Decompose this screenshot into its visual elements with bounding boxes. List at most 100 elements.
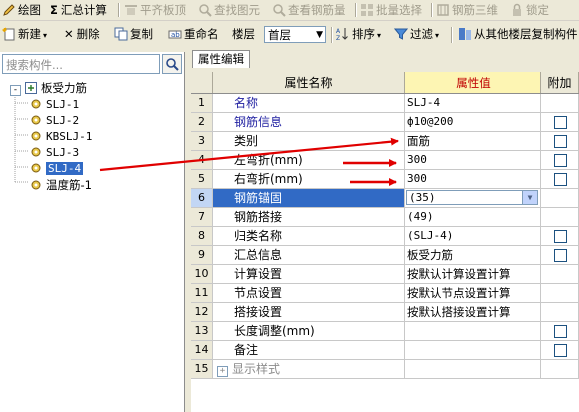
table-row-selected[interactable]: 6 钢筋锚固 (35) ▼ <box>191 189 579 208</box>
align-top-button[interactable]: 平齐板顶 <box>124 0 186 20</box>
property-value[interactable]: (SLJ-4) <box>405 227 541 245</box>
floor-select[interactable]: 首层 ▼ <box>264 26 326 43</box>
align-top-icon <box>125 5 137 15</box>
name-column-header[interactable]: 属性名称 <box>213 72 405 93</box>
dropdown-arrow-icon: ▾ <box>377 31 382 40</box>
search-button[interactable] <box>162 54 182 74</box>
delete-x-icon: ✕ <box>64 27 74 41</box>
floor-value: 首层 <box>268 28 291 42</box>
row-number: 13 <box>191 322 213 340</box>
table-row[interactable]: 4 左弯折(mm) 300 <box>191 151 579 170</box>
copy-from-floor-button[interactable]: 从其他楼层复制构件 <box>458 24 578 44</box>
view-rebar-button[interactable]: 查看钢筋量 <box>272 0 346 20</box>
property-value[interactable]: 板受力筋 <box>405 246 541 264</box>
sort-button[interactable]: A Z 排序 ▾ <box>336 24 381 44</box>
extra-cell <box>541 170 579 188</box>
table-row[interactable]: 3 类别 面筋 <box>191 132 579 151</box>
table-row[interactable]: 13 长度调整(mm) <box>191 322 579 341</box>
table-row[interactable]: 15 + 显示样式 <box>191 360 579 379</box>
floor-label: 楼层 <box>232 27 255 41</box>
rebar-3d-button[interactable]: 钢筋三维 <box>436 0 498 20</box>
property-name: 右弯折(mm) <box>213 170 405 188</box>
table-row[interactable]: 2 钢筋信息 ф10@200 <box>191 113 579 132</box>
chevron-down-icon[interactable]: ▼ <box>522 191 537 204</box>
extra-checkbox[interactable] <box>554 344 567 357</box>
table-row[interactable]: 14 备注 <box>191 341 579 360</box>
table-row[interactable]: 9 汇总信息 板受力筋 <box>191 246 579 265</box>
delete-button[interactable]: ✕ 删除 <box>64 24 100 44</box>
property-value[interactable]: 300 <box>405 151 541 169</box>
tree-item-slj-1[interactable]: SLJ-1 <box>30 97 79 113</box>
extra-checkbox[interactable] <box>554 154 567 167</box>
extra-checkbox[interactable] <box>554 135 567 148</box>
table-row[interactable]: 11 节点设置 按默认节点设置计算 <box>191 284 579 303</box>
property-name-group[interactable]: + 显示样式 <box>213 360 405 378</box>
draw-button[interactable]: 绘图 <box>2 0 41 20</box>
extra-checkbox[interactable] <box>554 230 567 243</box>
copy-floor-icon <box>459 28 471 40</box>
property-value[interactable]: SLJ-4 <box>405 94 541 112</box>
batch-select-label: 批量选择 <box>376 3 422 17</box>
table-row[interactable]: 10 计算设置 按默认计算设置计算 <box>191 265 579 284</box>
row-number: 6 <box>191 189 213 207</box>
tree-item-temperature-rebar[interactable]: 温度筋-1 <box>30 177 92 193</box>
table-row[interactable]: 7 钢筋搭接 (49) <box>191 208 579 227</box>
table-row[interactable]: 1 名称 SLJ-4 <box>191 94 579 113</box>
property-value[interactable]: (49) <box>405 208 541 226</box>
value-column-header[interactable]: 属性值 <box>405 72 541 93</box>
extra-checkbox[interactable] <box>554 325 567 338</box>
extra-checkbox[interactable] <box>554 249 567 262</box>
table-row[interactable]: 8 归类名称 (SLJ-4) <box>191 227 579 246</box>
property-value[interactable]: 按默认搭接设置计算 <box>405 303 541 321</box>
table-row[interactable]: 5 右弯折(mm) 300 <box>191 170 579 189</box>
rebar-3d-label: 钢筋三维 <box>452 3 498 17</box>
find-element-button[interactable]: 查找图元 <box>198 0 260 20</box>
batch-select-button[interactable]: 批量选择 <box>360 0 422 20</box>
copy-button[interactable]: 复制 <box>114 24 153 44</box>
tree-root[interactable]: - 板受力筋 <box>10 80 87 96</box>
extra-checkbox[interactable] <box>554 116 567 129</box>
extra-column-header[interactable]: 附加 <box>541 72 579 93</box>
tree-item-slj-2[interactable]: SLJ-2 <box>30 113 79 129</box>
extra-cell <box>541 303 579 321</box>
tree-item-slj-3[interactable]: SLJ-3 <box>30 145 79 161</box>
lock-button[interactable]: 锁定 <box>510 0 549 20</box>
divider <box>431 3 433 17</box>
table-row[interactable]: 12 搭接设置 按默认搭接设置计算 <box>191 303 579 322</box>
property-name: 左弯折(mm) <box>213 151 405 169</box>
property-value[interactable]: 300 <box>405 170 541 188</box>
property-name: 汇总信息 <box>213 246 405 264</box>
dropdown-value: (35) <box>409 191 436 204</box>
property-value[interactable] <box>405 341 541 359</box>
row-number: 7 <box>191 208 213 226</box>
filter-button[interactable]: 过滤 ▾ <box>394 24 439 44</box>
property-value[interactable] <box>405 322 541 340</box>
property-value[interactable]: 按默认节点设置计算 <box>405 284 541 302</box>
rename-button[interactable]: ab 重命名 <box>168 24 219 44</box>
grid-select-icon <box>361 4 373 16</box>
extra-checkbox[interactable] <box>554 173 567 186</box>
tab-property-edit[interactable]: 属性编辑 <box>192 50 250 68</box>
tree-item-kbslj-1[interactable]: KBSLJ-1 <box>30 129 92 145</box>
view-rebar-label: 查看钢筋量 <box>288 3 346 17</box>
funnel-icon <box>394 28 408 40</box>
property-value[interactable]: ф10@200 <box>405 113 541 131</box>
expand-plus-icon[interactable]: + <box>217 366 228 377</box>
extra-cell <box>541 284 579 302</box>
sort-icon: AZ <box>336 28 348 41</box>
rename-label: 重命名 <box>184 27 219 41</box>
tree-item-label: SLJ-3 <box>46 146 80 159</box>
rebar-gear-icon <box>31 99 41 109</box>
cube-icon <box>437 4 449 16</box>
search-input[interactable]: 搜索构件... <box>2 54 160 74</box>
property-value[interactable]: 按默认计算设置计算 <box>405 265 541 283</box>
calc-button[interactable]: Σ 汇总计算 <box>50 0 107 20</box>
new-button[interactable]: 新建 ▾ <box>2 24 47 44</box>
rebar-gear-icon <box>31 131 41 141</box>
collapse-toggle-icon[interactable]: - <box>10 85 21 96</box>
tree-item-label: SLJ-2 <box>46 114 80 127</box>
tree-item-slj-4[interactable]: SLJ-4 <box>30 161 85 177</box>
anchorage-dropdown[interactable]: (35) ▼ <box>406 190 538 205</box>
row-number: 9 <box>191 246 213 264</box>
property-value[interactable]: 面筋 <box>405 132 541 150</box>
